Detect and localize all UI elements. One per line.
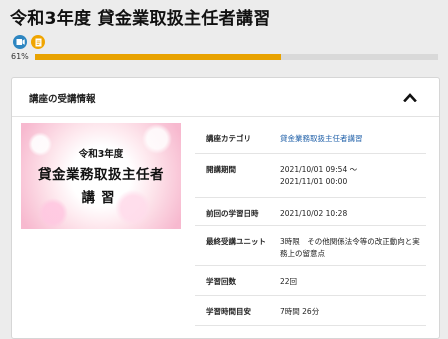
info-label: 開講期間 bbox=[206, 165, 236, 174]
progress-bar bbox=[35, 54, 438, 60]
card-title: 講座の受講情報 bbox=[29, 94, 96, 105]
cover-year: 令和3年度 bbox=[78, 149, 124, 160]
course-info-table: 講座カテゴリ 貸金業務取扱主任者講習 開講期間 2021/10/01 09:54… bbox=[195, 123, 426, 326]
category-link[interactable]: 貸金業務取扱主任者講習 bbox=[280, 123, 426, 153]
course-info-card: 講座の受講情報 令和3年度 貸金業務取扱主任者 講習 講座カテゴリ 貸金業務取扱… bbox=[11, 77, 440, 339]
cover-course-name: 貸金業務取扱主任者 bbox=[38, 167, 164, 183]
page-title: 令和3年度 貸金業取扱主任者講習 bbox=[10, 9, 271, 29]
info-label: 学習時間目安 bbox=[206, 307, 251, 316]
info-value: 3時限 その他関係法令等の改正動向と実務上の留意点 bbox=[280, 237, 420, 258]
card-header[interactable]: 講座の受講情報 bbox=[12, 78, 439, 117]
info-row-last-unit: 最終受講ユニット 3時限 その他関係法令等の改正動向と実務上の留意点 bbox=[195, 226, 426, 266]
chevron-up-icon[interactable] bbox=[403, 92, 417, 102]
video-icon bbox=[13, 35, 27, 49]
course-icons bbox=[13, 35, 45, 49]
info-row-category: 講座カテゴリ 貸金業務取扱主任者講習 bbox=[195, 123, 426, 154]
info-row-study-time: 学習時間目安 7時間 26分 bbox=[195, 296, 426, 326]
info-label: 最終受講ユニット bbox=[206, 237, 266, 246]
info-label: 前回の学習日時 bbox=[206, 209, 259, 218]
info-label: 講座カテゴリ bbox=[206, 134, 251, 143]
document-icon bbox=[31, 35, 45, 49]
progress-bar-fill bbox=[35, 54, 281, 60]
info-row-last-study: 前回の学習日時 2021/10/02 10:28 bbox=[195, 198, 426, 226]
info-value: 2021/10/01 09:54 ～ 2021/11/01 00:00 bbox=[280, 165, 358, 186]
cover-lecture: 講習 bbox=[81, 190, 121, 206]
info-row-period: 開講期間 2021/10/01 09:54 ～ 2021/11/01 00:00 bbox=[195, 154, 426, 198]
progress-percent: 61% bbox=[11, 52, 29, 61]
info-label: 学習回数 bbox=[206, 277, 236, 286]
info-value: 2021/10/02 10:28 bbox=[280, 209, 348, 218]
info-value: 7時間 26分 bbox=[280, 307, 320, 316]
course-cover-image: 令和3年度 貸金業務取扱主任者 講習 bbox=[21, 123, 181, 229]
info-value: 22回 bbox=[280, 277, 298, 286]
info-row-study-count: 学習回数 22回 bbox=[195, 266, 426, 296]
